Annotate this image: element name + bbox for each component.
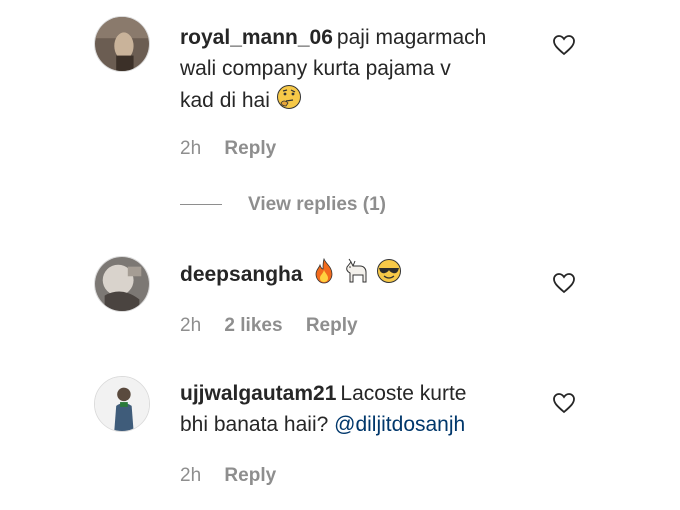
comment-text: royal_mann_06 paji magarmach wali company… (180, 22, 540, 119)
like-heart-icon[interactable] (552, 392, 576, 414)
fire-icon (312, 257, 336, 293)
likes-count[interactable]: 2 likes (224, 315, 282, 336)
username[interactable]: ujjwalgautam21 (180, 382, 336, 405)
comment-line: Lacoste kurte (340, 382, 467, 405)
reply-button[interactable]: Reply (224, 138, 276, 159)
reply-button[interactable]: Reply (306, 315, 358, 336)
reply-button[interactable]: Reply (224, 465, 276, 486)
avatar[interactable] (94, 256, 150, 312)
view-replies-button[interactable]: View replies (1) (180, 194, 386, 216)
avatar[interactable] (94, 16, 150, 72)
avatar-photo (95, 17, 149, 71)
sunglasses-face-icon (376, 258, 402, 293)
comment-meta: 2h Reply (180, 138, 294, 160)
comment-line: wali company kurta pajama v (180, 57, 451, 80)
comment-meta: 2h Reply (180, 465, 294, 487)
divider-line (180, 204, 222, 206)
goat-icon (342, 258, 370, 293)
mention-link[interactable]: @diljitdosanjh (334, 413, 465, 436)
avatar-photo (95, 377, 149, 431)
timestamp[interactable]: 2h (180, 315, 201, 336)
username[interactable]: deepsangha (180, 263, 303, 286)
comment-meta: 2h 2 likes Reply (180, 315, 376, 337)
avatar-photo (95, 257, 149, 311)
comment-line: kad di hai (180, 89, 270, 112)
comment-text: ujjwalgautam21 Lacoste kurte bhi banata h… (180, 378, 540, 440)
comment-text: deepsangha (180, 257, 540, 293)
timestamp[interactable]: 2h (180, 138, 201, 159)
view-replies-label: View replies (1) (248, 194, 386, 215)
comment-line: bhi banata haii? (180, 413, 329, 436)
like-heart-icon[interactable] (552, 272, 576, 294)
avatar[interactable] (94, 376, 150, 432)
comment-line: paji magarmach (336, 26, 487, 49)
like-heart-icon[interactable] (552, 34, 576, 56)
username[interactable]: royal_mann_06 (180, 26, 333, 49)
timestamp[interactable]: 2h (180, 465, 201, 486)
thinking-face-icon (276, 84, 302, 119)
